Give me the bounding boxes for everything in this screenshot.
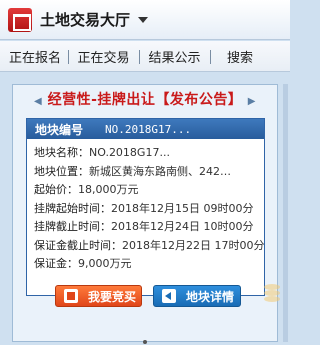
row-label: 起始价： xyxy=(34,183,78,197)
coin-stack-icon xyxy=(264,284,280,302)
row-label: 挂牌截止时间： xyxy=(34,220,111,234)
bid-button[interactable]: 我要竞买 xyxy=(55,285,142,307)
triangle-left-icon: ◀ xyxy=(34,96,43,107)
pager-dot[interactable] xyxy=(143,340,147,344)
parcel-number-label: 地块编号 xyxy=(35,122,84,137)
nav-tabs: 正在报名 正在交易 结果公示 搜索 xyxy=(0,41,290,72)
starting-price-row: 起始价： 18,000万元 xyxy=(34,180,264,199)
app-title: 土地交易大厅 xyxy=(40,11,131,29)
row-label: 挂牌起始时间： xyxy=(34,201,111,215)
row-value: 2018年12月22日 17时00分 xyxy=(122,238,264,252)
parcel-number-value: NO.2018G17... xyxy=(105,122,192,136)
row-label: 保证金： xyxy=(34,257,78,271)
triangle-right-icon: ▶ xyxy=(247,96,256,107)
deposit-row: 保证金： 9,000万元 xyxy=(34,254,264,273)
info-icon xyxy=(162,289,176,303)
listing-end-row: 挂牌截止时间： 2018年12月24日 10时00分 xyxy=(34,217,264,236)
notice-title-text: 经营性-挂牌出让【发布公告】 xyxy=(47,92,243,108)
row-value: 2018年12月15日 09时00分 xyxy=(111,201,254,215)
row-label: 保证金截止时间： xyxy=(34,238,122,252)
tab-registering[interactable]: 正在报名 xyxy=(2,41,68,71)
listing-start-row: 挂牌起始时间： 2018年12月15日 09时00分 xyxy=(34,199,264,218)
tab-results[interactable]: 结果公示 xyxy=(139,41,210,71)
row-value: 2018年12月24日 10时00分 xyxy=(111,220,254,234)
parcel-detail-button[interactable]: 地块详情 xyxy=(153,285,241,307)
notice-title: ◀ 经营性-挂牌出让【发布公告】 ▶ xyxy=(13,89,277,109)
row-value: 9,000万元 xyxy=(78,257,132,271)
parcel-name-row: 地块名称： NO.2018G17... xyxy=(34,143,264,162)
bid-button-label: 我要竞买 xyxy=(88,289,137,304)
row-label: 地块名称： xyxy=(34,146,89,160)
gavel-icon xyxy=(64,289,78,303)
parcel-location-row: 地块位置： 新城区黄海东路南侧、242… xyxy=(34,162,264,181)
row-label: 地块位置： xyxy=(34,164,89,178)
row-value: 新城区黄海东路南侧、242… xyxy=(89,164,231,178)
parcel-card-header: 地块编号 NO.2018G17... xyxy=(27,119,264,139)
tab-search[interactable]: 搜索 xyxy=(210,41,270,71)
scrollbar[interactable] xyxy=(283,84,288,342)
notice-panel: ◀ 经营性-挂牌出让【发布公告】 ▶ 地块编号 NO.2018G17... 地块… xyxy=(12,84,278,342)
detail-button-label: 地块详情 xyxy=(186,289,235,304)
parcel-card[interactable]: 地块编号 NO.2018G17... 地块名称： NO.2018G17... 地… xyxy=(26,118,265,296)
title-bar: 土地交易大厅 xyxy=(0,0,290,40)
row-value: 18,000万元 xyxy=(78,183,139,197)
tab-trading[interactable]: 正在交易 xyxy=(68,41,139,71)
app-logo-icon xyxy=(8,7,32,32)
chevron-down-icon[interactable] xyxy=(136,13,150,27)
row-value: NO.2018G17... xyxy=(89,145,170,159)
deposit-deadline-row: 保证金截止时间： 2018年12月22日 17时00分 xyxy=(34,236,264,255)
